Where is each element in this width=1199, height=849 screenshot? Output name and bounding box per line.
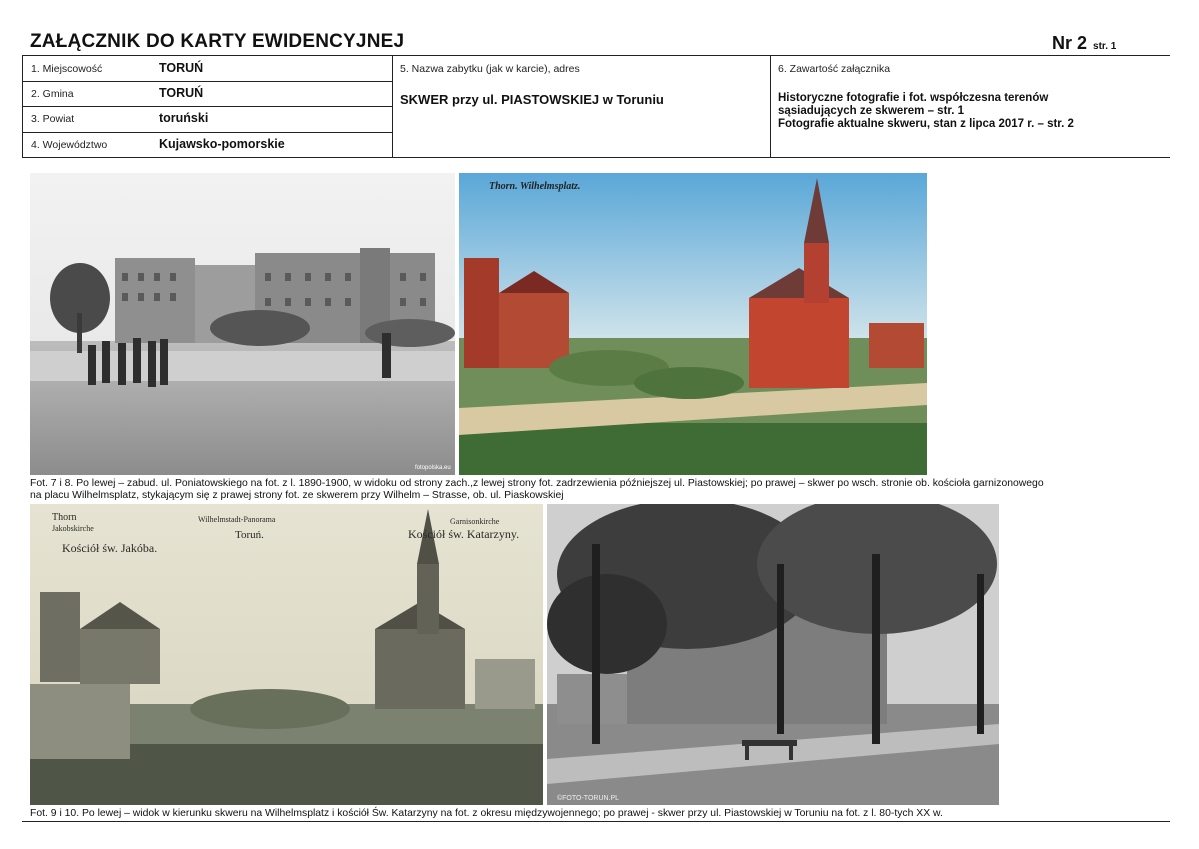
row-divider-2	[22, 106, 392, 107]
photo-9-wilhelmstadt-panorama: Thorn Jakobskirche Kościół św. Jakóba. W…	[30, 504, 543, 805]
field-voivodeship-label: 4. Województwo	[31, 139, 108, 151]
row-divider-3	[22, 132, 392, 133]
caption-fot-9-10: Fot. 9 i 10. Po lewej – widok w kierunku…	[30, 808, 943, 819]
photo-7-poniatowskiego-street: fotopolska.eu	[30, 173, 455, 475]
photo-9-text-thorn: Thorn	[52, 512, 76, 523]
field-commune-label: 2. Gmina	[31, 88, 74, 100]
photo-10-piastowska-1980s: ©FOTO-TORUN.PL	[547, 504, 999, 805]
attachment-number: Nr 2 str. 1	[1052, 33, 1116, 54]
attachment-nr: Nr 2	[1052, 33, 1088, 53]
field-locality-value: TORUŃ	[159, 61, 204, 75]
table-left-border	[22, 55, 23, 158]
field-county-label: 3. Powiat	[31, 113, 75, 125]
field-contents-label: 6. Zawartość załącznika	[778, 63, 891, 75]
field-monument-name-value: SKWER przy ul. PIASTOWSKIEJ w Toruniu	[400, 92, 664, 107]
field-county-value: toruński	[159, 111, 209, 125]
col-divider-1	[392, 55, 393, 158]
page-bottom-rule	[22, 821, 1170, 822]
photo-8-caption-text: Thorn. Wilhelmsplatz.	[489, 181, 580, 192]
table-top-border	[22, 55, 1170, 56]
caption-fot-7-8: Fot. 7 i 8. Po lewej – zabud. ul. Poniat…	[30, 478, 1170, 502]
photo-7-watermark: fotopolska.eu	[415, 465, 451, 471]
photo-9-text-garnisonkirche: Garnisonkirche	[450, 517, 500, 526]
photo-10-watermark: ©FOTO-TORUN.PL	[557, 794, 619, 802]
table-bottom-border	[22, 157, 1170, 158]
row-divider-1	[22, 81, 392, 82]
caption-fot-7-8-line-2: na placu Wilhelmsplatz, stykającym się z…	[30, 490, 564, 501]
contents-line-2: sąsiadujących ze skwerem – str. 1	[778, 105, 965, 117]
caption-fot-7-8-line-1: Fot. 7 i 8. Po lewej – zabud. ul. Poniat…	[30, 478, 1044, 489]
photo-9-text-kosciol-jakoba: Kościół św. Jakóba.	[62, 541, 157, 555]
photo-9-text-panorama: Wilhelmstadt-Panorama	[198, 515, 276, 524]
field-locality-label: 1. Miejscowość	[31, 63, 103, 75]
photo-8-wilhelmsplatz-postcard: Thorn. Wilhelmsplatz.	[459, 173, 927, 475]
page-title: ZAŁĄCZNIK DO KARTY EWIDENCYJNEJ	[30, 31, 405, 52]
contents-line-1: Historyczne fotografie i fot. współczesn…	[778, 92, 1049, 104]
field-contents-value: Historyczne fotografie i fot. współczesn…	[778, 92, 1158, 131]
photo-9-text-kosciol-katarzyny: Kościół św. Katarzyny.	[408, 527, 519, 541]
field-monument-name-label: 5. Nazwa zabytku (jak w karcie), adres	[400, 63, 580, 75]
photo-9-text-torun: Toruń.	[235, 529, 264, 541]
photo-9-text-jakobskirche: Jakobskirche	[52, 524, 94, 533]
field-voivodeship-value: Kujawsko-pomorskie	[159, 137, 285, 151]
field-commune-value: TORUŃ	[159, 86, 204, 100]
page-number: str. 1	[1093, 41, 1117, 52]
contents-line-3: Fotografie aktualne skweru, stan z lipca…	[778, 118, 1074, 130]
col-divider-2	[770, 55, 771, 158]
